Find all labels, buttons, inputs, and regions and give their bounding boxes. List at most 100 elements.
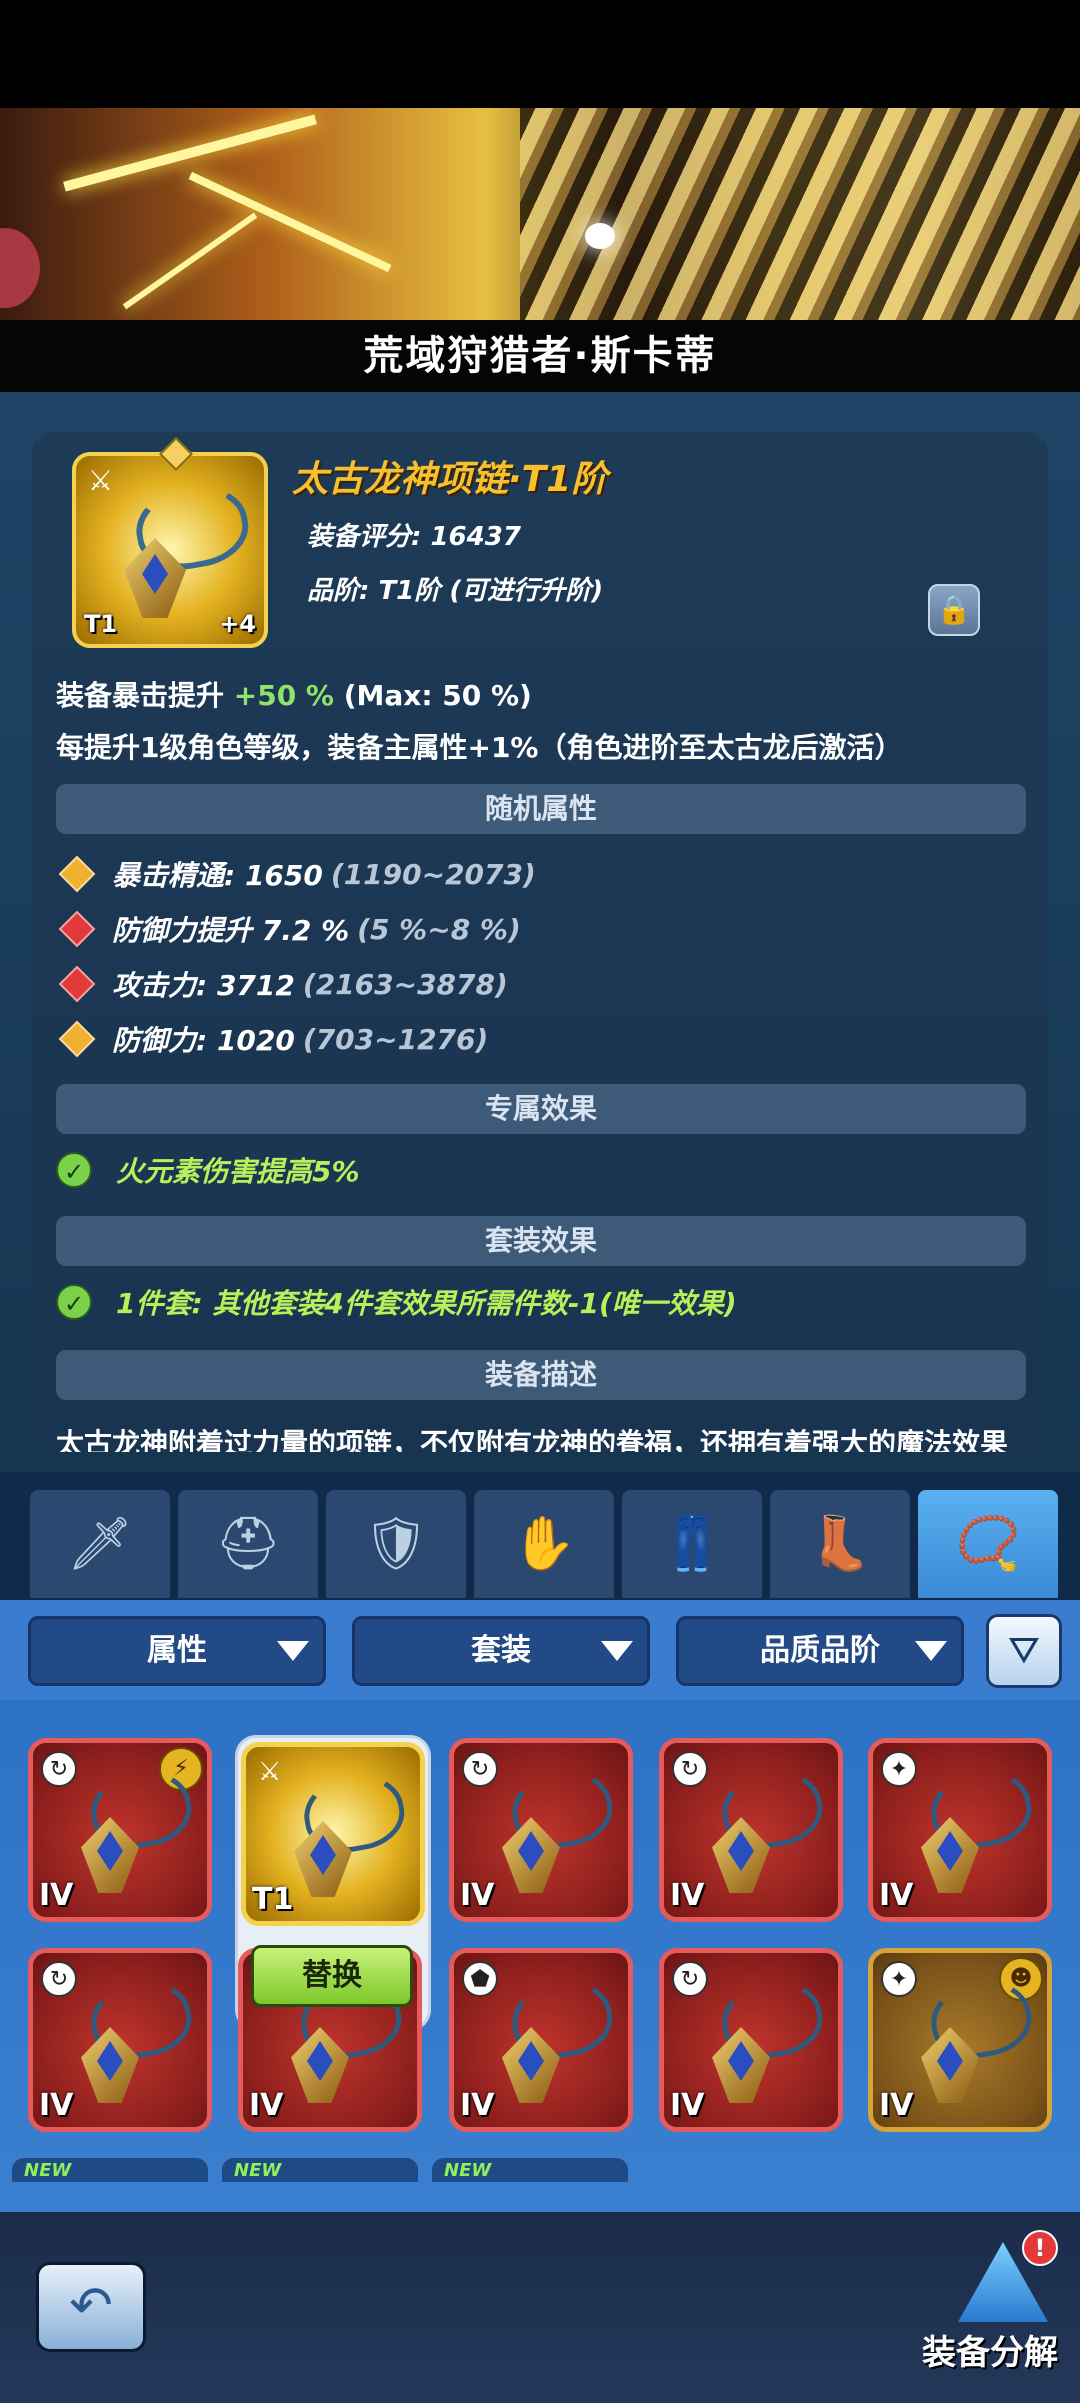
dropdown-label: 品质品阶 bbox=[760, 1633, 880, 1668]
selected-inventory-item[interactable]: ⚔ T1 bbox=[241, 1742, 425, 1926]
inventory-item[interactable]: ↻ ⚡ IV bbox=[28, 1738, 212, 1922]
exclusive-effect-text: 火元素伤害提高5% bbox=[116, 1155, 360, 1188]
section-set-effect: 套装效果 bbox=[56, 1216, 1026, 1266]
crit-value: +50 % bbox=[233, 679, 334, 712]
inventory-item[interactable]: ↻ IV bbox=[449, 1738, 633, 1922]
quality-filter-dropdown[interactable]: 品质品阶 bbox=[676, 1616, 964, 1686]
item-level: IV bbox=[39, 2088, 74, 2123]
attribute-row: 暴击精通: 1650 (1190~2073) bbox=[56, 854, 536, 894]
star-diamond-icon bbox=[159, 437, 193, 471]
filter-clear-icon: ⛛ bbox=[1008, 1628, 1040, 1672]
equipment-detail-panel: ⚔ T1 +4 太古龙神项链·T1阶 装备评分: 16437 品阶: T1阶 (… bbox=[32, 432, 1048, 1452]
helmet-icon: ⛑ bbox=[214, 1514, 281, 1574]
back-button[interactable]: ↶ bbox=[36, 2262, 146, 2352]
attribute-row: 防御力: 1020 (703~1276) bbox=[56, 1019, 488, 1059]
inventory-item[interactable]: ↻ IV bbox=[28, 1948, 212, 2132]
crit-max: (Max: 50 %) bbox=[333, 679, 532, 712]
tab-armor[interactable]: 🛡 bbox=[326, 1490, 466, 1598]
inventory-item[interactable]: ↻ IV bbox=[659, 1948, 843, 2132]
new-tag: NEW bbox=[12, 2158, 208, 2182]
equipment-icon: ⚔ T1 +4 bbox=[72, 437, 268, 648]
tab-necklace[interactable]: 📿 bbox=[918, 1490, 1058, 1598]
section-random-attributes: 随机属性 bbox=[56, 784, 1026, 834]
check-icon: ✓ bbox=[56, 1152, 92, 1188]
chevron-down-icon bbox=[277, 1641, 309, 1661]
beast-eye bbox=[585, 223, 615, 249]
set-effect-text: 1件套: 其他套装4件套效果所需件数-1(唯一效果) bbox=[116, 1287, 737, 1320]
attribute-label: 暴击精通: 1650 bbox=[112, 859, 323, 892]
armor-icon: 🛡 bbox=[362, 1514, 429, 1574]
item-level: IV bbox=[670, 1878, 705, 1913]
tier-label: T1 bbox=[84, 610, 118, 638]
boots-icon: 👢 bbox=[807, 1514, 873, 1574]
dropdown-label: 套装 bbox=[471, 1633, 531, 1668]
set-icon: ↻ bbox=[41, 1961, 77, 1997]
clear-filter-button[interactable]: ⛛ bbox=[986, 1614, 1062, 1688]
new-tag: NEW bbox=[432, 2158, 628, 2182]
pants-icon: 👖 bbox=[659, 1514, 725, 1574]
attribute-filter-dropdown[interactable]: 属性 bbox=[28, 1616, 326, 1686]
lock-icon: 🔒 bbox=[936, 593, 972, 626]
attribute-range: (2163~3878) bbox=[302, 967, 508, 1001]
set-icon: ✦ bbox=[881, 1961, 917, 1997]
new-tag: NEW bbox=[222, 2158, 418, 2182]
set-effect-row: ✓ 1件套: 其他套装4件套效果所需件数-1(唯一效果) bbox=[56, 1282, 737, 1322]
attribute-range: (703~1276) bbox=[302, 1022, 489, 1056]
set-icon: ↻ bbox=[672, 1961, 708, 1997]
status-bar bbox=[0, 0, 1080, 108]
tab-boots[interactable]: 👢 bbox=[770, 1490, 910, 1598]
crit-bonus-line: 装备暴击提升 +50 % (Max: 50 %) bbox=[56, 674, 532, 714]
inventory-item[interactable]: ↻ IV bbox=[659, 1738, 843, 1922]
equipped-sword-icon: ⚔ bbox=[258, 1757, 282, 1787]
chevron-down-icon bbox=[601, 1641, 633, 1661]
bottom-bar bbox=[0, 2212, 1080, 2403]
sword-icon: 🗡 bbox=[66, 1514, 133, 1574]
attribute-range: (5 %~8 %) bbox=[357, 912, 521, 946]
gauntlet-icon: ✋ bbox=[511, 1514, 577, 1574]
chevron-down-icon bbox=[915, 1641, 947, 1661]
attribute-label: 防御力提升 7.2 % bbox=[112, 914, 350, 947]
set-filter-dropdown[interactable]: 套装 bbox=[352, 1616, 650, 1686]
item-level: IV bbox=[460, 2088, 495, 2123]
inventory-item[interactable]: ✦ ☻ IV bbox=[868, 1948, 1052, 2132]
attribute-label: 防御力: 1020 bbox=[112, 1024, 295, 1057]
red-diamond-icon bbox=[58, 910, 96, 948]
decompose-label[interactable]: 装备分解 bbox=[922, 2325, 1058, 2374]
replace-button[interactable]: 替换 bbox=[251, 1945, 413, 2007]
equipment-name: 太古龙神项链·T1阶 bbox=[292, 459, 608, 500]
crit-prefix: 装备暴击提升 bbox=[56, 679, 234, 712]
tab-helmet[interactable]: ⛑ bbox=[178, 1490, 318, 1598]
tab-weapon[interactable]: 🗡 bbox=[30, 1490, 170, 1598]
tab-pants[interactable]: 👖 bbox=[622, 1490, 762, 1598]
level-bonus-line: 每提升1级角色等级，装备主属性+1%（角色进阶至太古龙后激活） bbox=[56, 731, 903, 764]
lightning-effect bbox=[122, 212, 258, 310]
equipped-sword-icon: ⚔ bbox=[88, 464, 114, 497]
set-icon: ✦ bbox=[881, 1751, 917, 1787]
item-tier: T1 bbox=[252, 1882, 294, 1917]
hero-banner bbox=[0, 108, 1080, 320]
item-level: IV bbox=[460, 1878, 495, 1913]
set-icon: ↻ bbox=[672, 1751, 708, 1787]
lightning-effect bbox=[188, 171, 392, 273]
section-description: 装备描述 bbox=[56, 1350, 1026, 1400]
attribute-label: 攻击力: 3712 bbox=[112, 969, 295, 1002]
necklace-icon: 📿 bbox=[955, 1514, 1021, 1574]
item-level: IV bbox=[249, 2088, 284, 2123]
item-level: IV bbox=[879, 2088, 914, 2123]
tab-gauntlet[interactable]: ✋ bbox=[474, 1490, 614, 1598]
set-icon: ↻ bbox=[41, 1751, 77, 1787]
description-text: 太古龙神附着过力量的项链，不仅附有龙神的眷福，还拥有着强大的魔法效果 bbox=[56, 1427, 1009, 1452]
inventory-item[interactable]: ⬟ IV bbox=[449, 1948, 633, 2132]
section-exclusive-effect: 专属效果 bbox=[56, 1084, 1026, 1134]
gold-diamond-icon bbox=[58, 1020, 96, 1058]
alert-badge: ! bbox=[1022, 2230, 1058, 2266]
hero-title: 荒域狩猎者·斯卡蒂 bbox=[0, 320, 1080, 392]
item-level: IV bbox=[879, 1878, 914, 1913]
shield-icon: ⬟ bbox=[462, 1961, 498, 1997]
attribute-row: 防御力提升 7.2 % (5 %~8 %) bbox=[56, 909, 521, 949]
lock-button[interactable]: 🔒 bbox=[928, 584, 980, 636]
inventory-item[interactable]: ✦ IV bbox=[868, 1738, 1052, 1922]
decompose-button[interactable]: ! bbox=[950, 2230, 1060, 2340]
bilibili-logo bbox=[0, 228, 40, 308]
item-level: IV bbox=[39, 1878, 74, 1913]
